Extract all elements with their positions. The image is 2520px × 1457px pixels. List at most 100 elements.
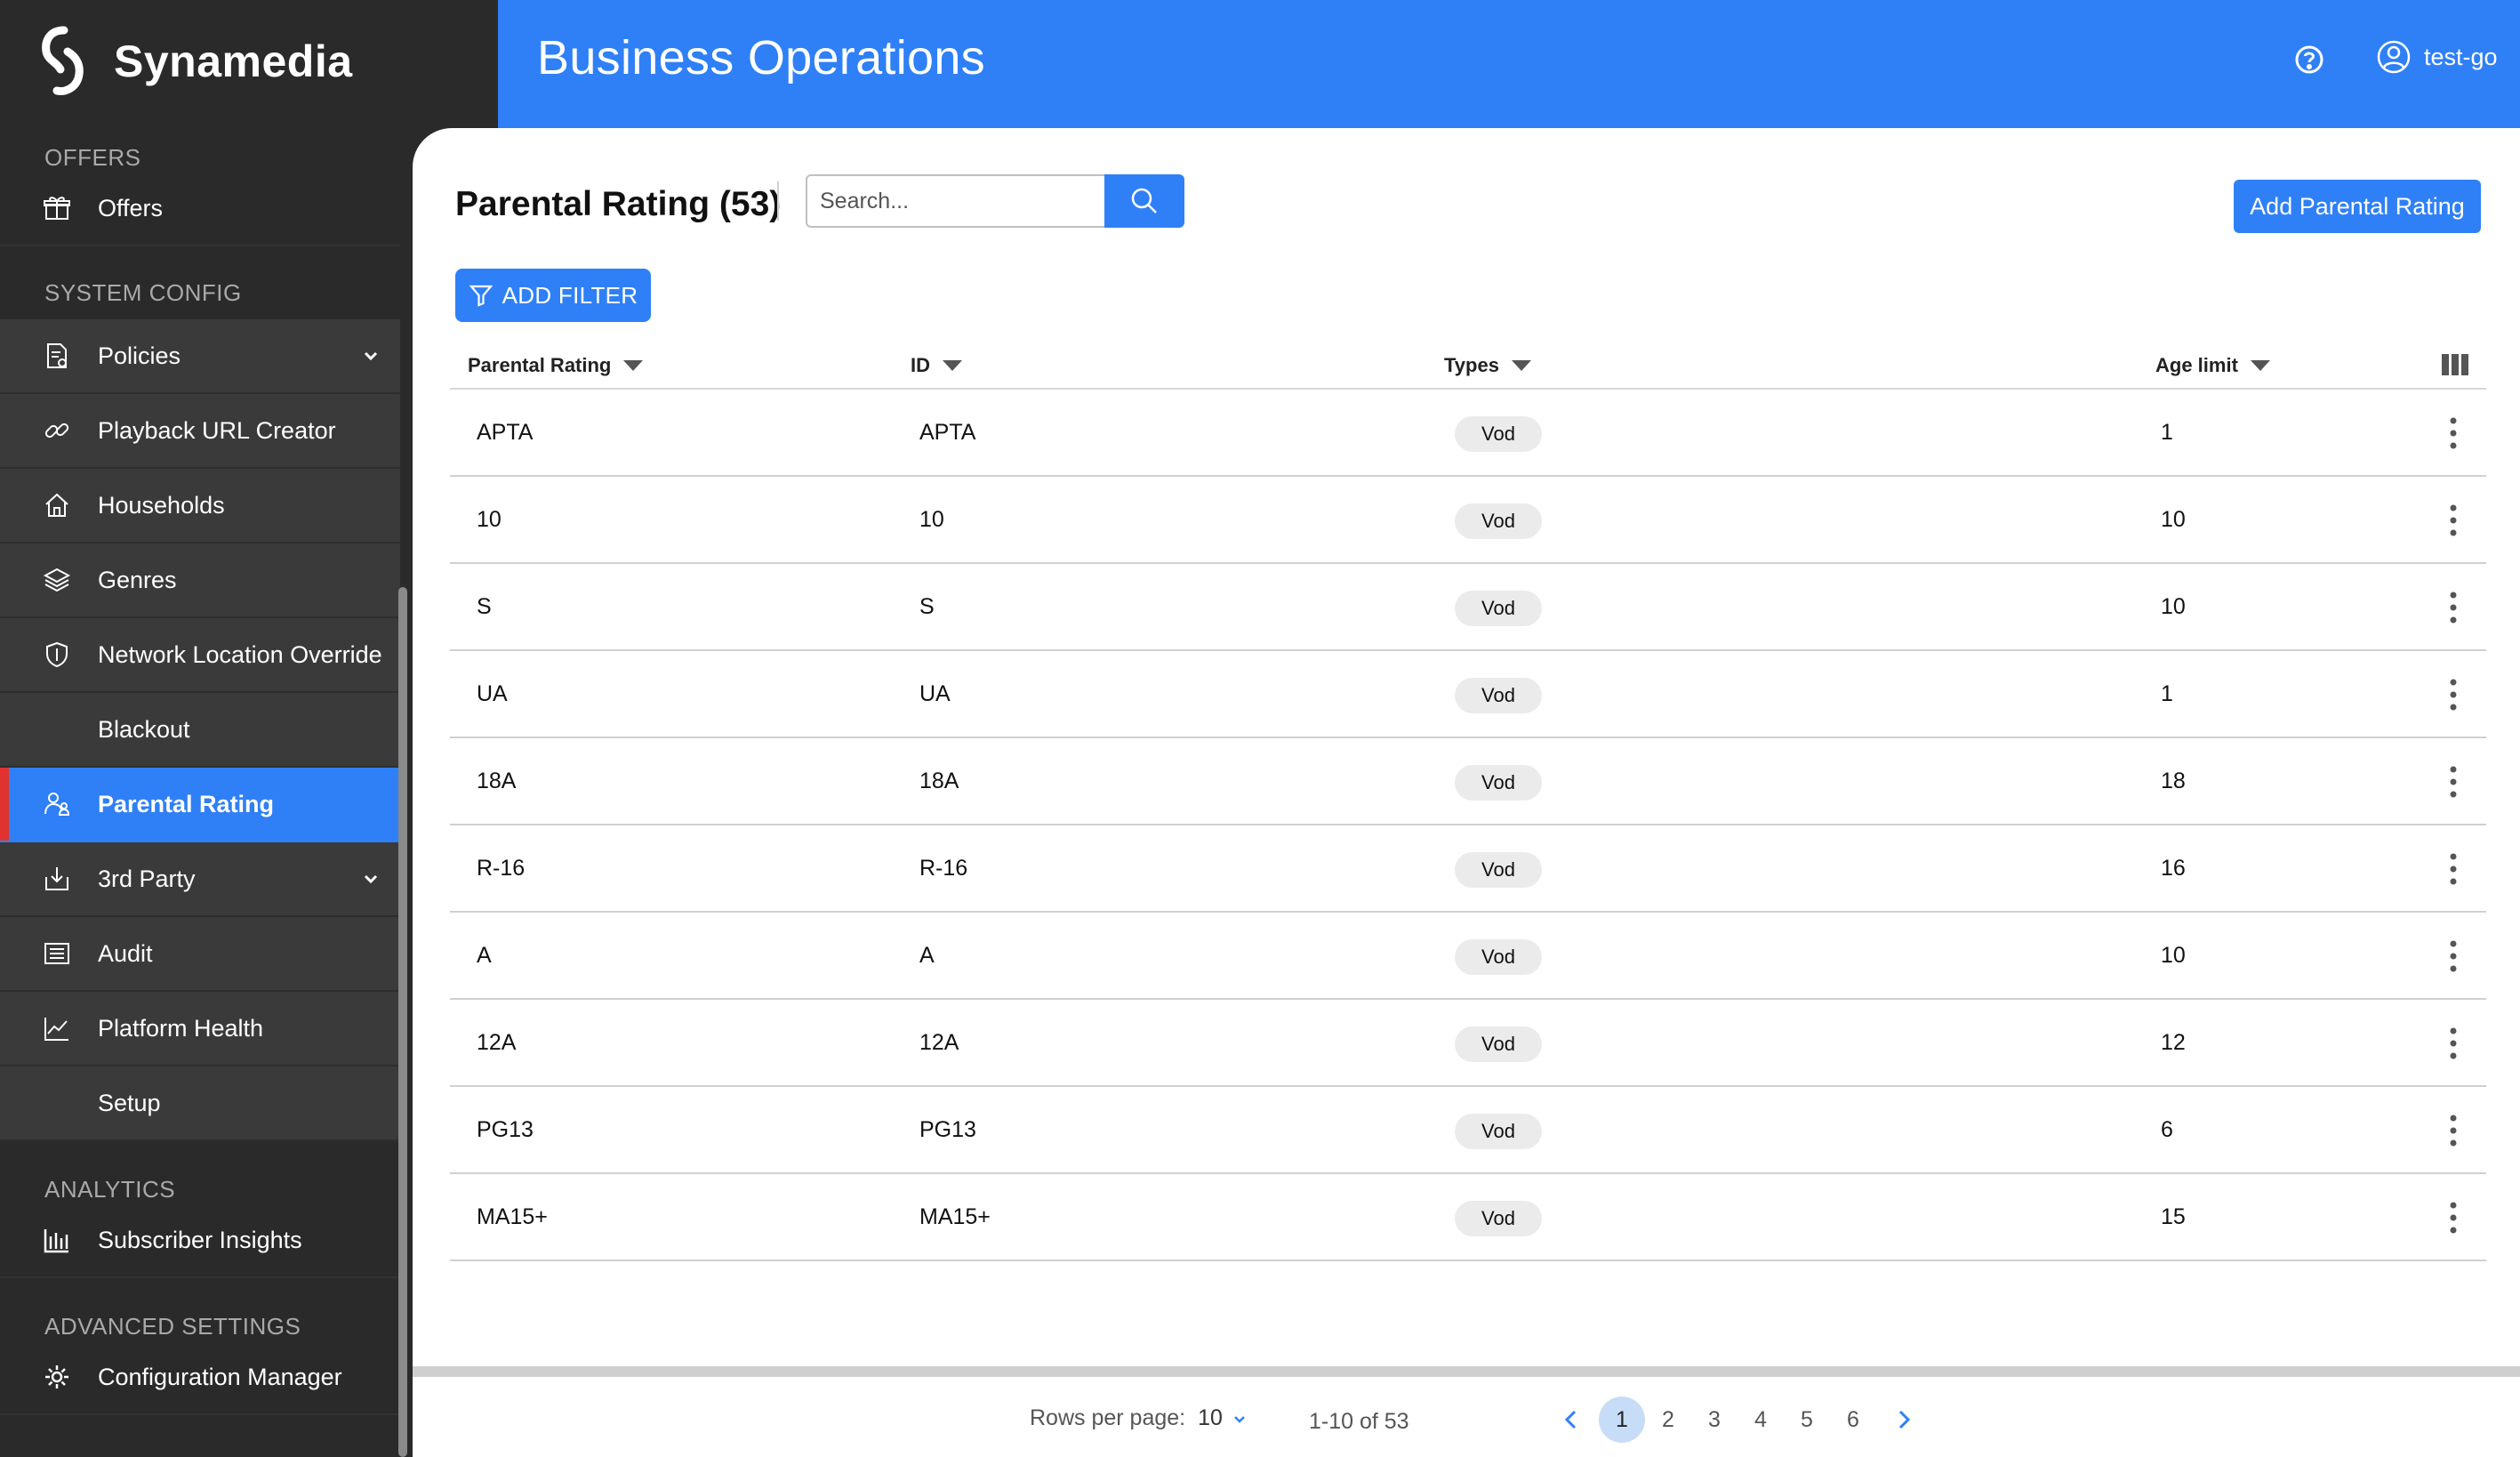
sort-caret-icon[interactable] (2250, 360, 2270, 371)
more-vert-icon[interactable] (2449, 1114, 2458, 1147)
sidebar-item-label: Parental Rating (98, 790, 275, 817)
gear-icon (43, 1363, 71, 1391)
more-vert-icon[interactable] (2449, 939, 2458, 973)
column-header-parental-rating[interactable]: Parental Rating (468, 354, 644, 377)
type-chip: Vod (1455, 503, 1542, 539)
page-number-5[interactable]: 5 (1784, 1397, 1830, 1443)
add-parental-rating-button[interactable]: Add Parental Rating (2234, 180, 2481, 233)
column-label: Types (1444, 354, 1499, 376)
type-chip: Vod (1455, 939, 1542, 975)
cell-age-limit: 10 (2161, 594, 2186, 619)
user-avatar-icon (2377, 40, 2411, 74)
sidebar-item-setup[interactable]: Setup (0, 1067, 400, 1141)
main-panel: Parental Rating (53) Add Parental Rating… (413, 128, 2520, 1457)
table-row[interactable]: 10 10 Vod 10 (450, 477, 2486, 564)
page-number-4[interactable]: 4 (1738, 1397, 1784, 1443)
column-header-age-limit[interactable]: Age limit (2155, 354, 2270, 377)
table-row[interactable]: A A Vod 10 (450, 913, 2486, 1000)
cell-age-limit: 10 (2161, 943, 2186, 968)
cell-age-limit: 10 (2161, 507, 2186, 532)
rows-per-page-select[interactable]: 10 (1198, 1405, 1223, 1431)
type-chip: Vod (1455, 1026, 1542, 1062)
search-input[interactable] (806, 174, 1104, 228)
help-circle-icon[interactable] (2294, 44, 2324, 75)
horizontal-scrollbar[interactable] (413, 1366, 2520, 1377)
search-button[interactable] (1104, 174, 1184, 228)
cell-parental-rating: 18A (477, 769, 517, 793)
pager: 123456 (1544, 1397, 1931, 1443)
cell-age-limit: 16 (2161, 856, 2186, 881)
sidebar-item-label: Platform Health (98, 1014, 264, 1042)
brand-name: Synamedia (114, 36, 353, 86)
more-vert-icon[interactable] (2449, 591, 2458, 624)
parent-child-icon (43, 790, 71, 818)
column-settings-icon[interactable] (2440, 352, 2470, 377)
table-row[interactable]: 18A 18A Vod 18 (450, 738, 2486, 825)
more-vert-icon[interactable] (2449, 765, 2458, 799)
sidebar-item-label: Audit (98, 939, 153, 967)
page-number-2[interactable]: 2 (1645, 1397, 1691, 1443)
page-number-6[interactable]: 6 (1830, 1397, 1876, 1443)
chevron-down-icon[interactable] (361, 346, 381, 366)
page-number-3[interactable]: 3 (1691, 1397, 1738, 1443)
cell-age-limit: 6 (2161, 1117, 2173, 1142)
table-row[interactable]: MA15+ MA15+ Vod 15 (450, 1174, 2486, 1261)
table-row[interactable]: R-16 R-16 Vod 16 (450, 825, 2486, 913)
sort-caret-icon[interactable] (1511, 360, 1531, 371)
page-numbers: 123456 (1599, 1397, 1876, 1443)
type-chip: Vod (1455, 416, 1542, 452)
sidebar-item-parental-rating[interactable]: Parental Rating (0, 768, 400, 842)
parental-rating-table: Parental Rating ID Types Age limit APTA A… (450, 342, 2486, 1261)
sidebar-item-subscriber-insights[interactable]: Subscriber Insights (0, 1203, 400, 1278)
sidebar-item-network-location-override[interactable]: Network Location Override (0, 618, 400, 693)
table-row[interactable]: PG13 PG13 Vod 6 (450, 1087, 2486, 1174)
sidebar-item-playback-url-creator[interactable]: Playback URL Creator (0, 394, 400, 469)
more-vert-icon[interactable] (2449, 852, 2458, 886)
filter-icon (469, 285, 493, 307)
chevron-down-icon[interactable] (361, 869, 381, 889)
page-number-1[interactable]: 1 (1599, 1397, 1645, 1443)
rows-per-page-label: Rows per page: (1030, 1405, 1186, 1430)
column-header-id[interactable]: ID (911, 354, 962, 377)
more-vert-icon[interactable] (2449, 678, 2458, 712)
list-icon (43, 939, 71, 968)
chevron-right-icon[interactable] (1890, 1406, 1917, 1433)
type-chip: Vod (1455, 852, 1542, 888)
sort-caret-icon[interactable] (623, 360, 644, 371)
cell-id: 12A (919, 1030, 959, 1055)
sidebar-item-offers[interactable]: Offers (0, 172, 400, 246)
table-row[interactable]: 12A 12A Vod 12 (450, 1000, 2486, 1087)
sidebar-item-label: Households (98, 491, 225, 519)
cell-parental-rating: S (477, 594, 492, 619)
sidebar-item-audit[interactable]: Audit (0, 917, 400, 992)
table-row[interactable]: UA UA Vod 1 (450, 651, 2486, 738)
user-menu[interactable]: test-go (2376, 39, 2498, 75)
sidebar-item-configuration-manager[interactable]: Configuration Manager (0, 1340, 400, 1415)
sidebar-item-genres[interactable]: Genres (0, 543, 400, 618)
sidebar-item-platform-health[interactable]: Platform Health (0, 992, 400, 1067)
sort-caret-icon[interactable] (943, 360, 962, 371)
more-vert-icon[interactable] (2449, 1026, 2458, 1060)
table-row[interactable]: APTA APTA Vod 1 (450, 390, 2486, 477)
table-row[interactable]: S S Vod 10 (450, 564, 2486, 651)
more-vert-icon[interactable] (2449, 416, 2458, 450)
page-range: 1-10 of 53 (1309, 1409, 1409, 1434)
sidebar-item-households[interactable]: Households (0, 469, 400, 543)
sidebar-item-blackout[interactable]: Blackout (0, 693, 400, 768)
sidebar-item-3rd-party[interactable]: 3rd Party (0, 842, 400, 917)
column-header-types[interactable]: Types (1444, 354, 1531, 377)
cell-id: S (919, 594, 935, 619)
sidebar-item-policies[interactable]: Policies (0, 319, 400, 394)
chevron-down-icon[interactable] (1232, 1411, 1248, 1427)
more-vert-icon[interactable] (2449, 503, 2458, 537)
sidebar-item-label: Policies (98, 342, 181, 369)
cell-id: R-16 (919, 856, 968, 881)
policy-doc-icon (43, 342, 71, 370)
add-filter-button[interactable]: ADD FILTER (455, 269, 651, 322)
chevron-left-icon[interactable] (1558, 1406, 1585, 1433)
cell-age-limit: 1 (2161, 420, 2173, 445)
sidebar-scrollbar[interactable] (398, 587, 407, 1457)
brand[interactable]: Synamedia (37, 21, 353, 101)
more-vert-icon[interactable] (2449, 1201, 2458, 1235)
section-label-analytics: ANALYTICS (44, 1176, 176, 1203)
